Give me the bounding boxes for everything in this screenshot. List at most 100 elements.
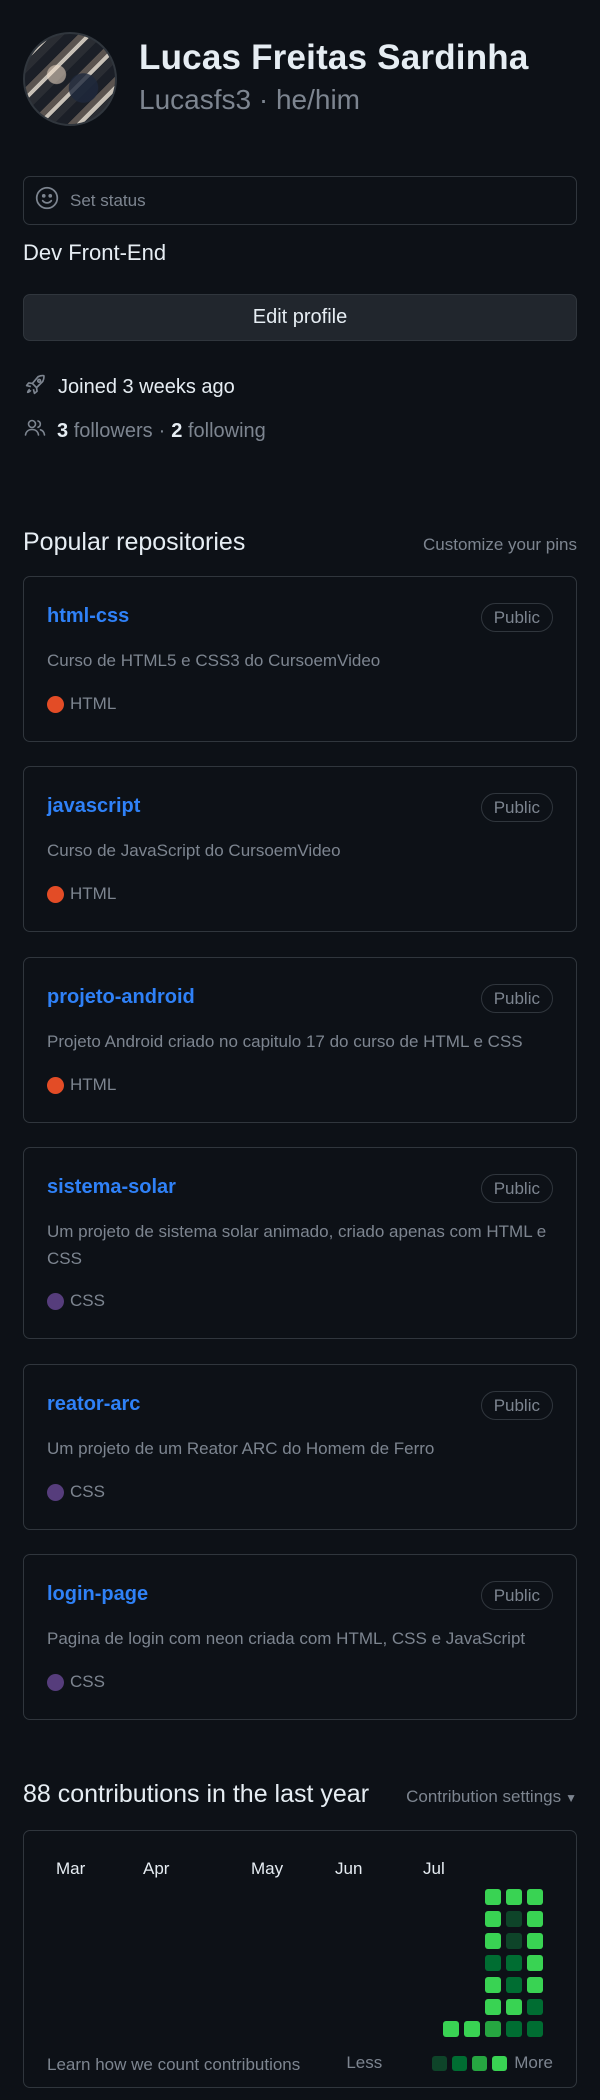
- edit-profile-button[interactable]: Edit profile: [23, 294, 577, 341]
- contribution-day-cell[interactable]: [527, 1999, 543, 2015]
- repo-name-link[interactable]: sistema-solar: [47, 1176, 176, 1199]
- contributions-header: 88 contributions in the last year Contri…: [23, 1780, 577, 1809]
- contribution-day-cell[interactable]: [464, 2021, 480, 2037]
- repo-language: HTML: [47, 884, 116, 904]
- contribution-graph: Mar Apr May Jun Jul Learn how we count c…: [23, 1830, 577, 2088]
- joined-text: Joined 3 weeks ago: [58, 376, 235, 398]
- legend-swatch: [492, 2055, 508, 2071]
- repo-card: projeto-android Public Projeto Android c…: [23, 957, 577, 1123]
- language-color-dot: [47, 1483, 64, 1501]
- set-status-label: Set status: [70, 190, 146, 210]
- language-color-dot: [47, 695, 64, 713]
- repo-name-link[interactable]: login-page: [47, 1583, 148, 1606]
- contribution-day-cell[interactable]: [485, 1933, 501, 1949]
- repo-card: login-page Public Pagina de login com ne…: [23, 1554, 577, 1720]
- popular-repos-title: Popular repositories: [23, 528, 246, 556]
- contribution-day-cell[interactable]: [485, 1999, 501, 2015]
- followers-count: 3: [57, 419, 69, 442]
- visibility-badge: Public: [480, 603, 553, 632]
- contribution-day-cell[interactable]: [527, 2021, 543, 2037]
- repo-language: CSS: [47, 1482, 105, 1502]
- rocket-icon: [23, 372, 48, 403]
- contribution-day-cell[interactable]: [506, 1955, 522, 1971]
- repo-card: reator-arc Public Um projeto de um Reato…: [23, 1364, 577, 1530]
- repo-name-link[interactable]: javascript: [47, 795, 140, 818]
- repo-description: Um projeto de sistema solar animado, cri…: [47, 1222, 547, 1268]
- repo-description: Curso de HTML5 e CSS3 do CursoemVideo: [47, 651, 381, 670]
- repo-language: CSS: [47, 1291, 105, 1311]
- contribution-day-cell[interactable]: [506, 1889, 522, 1905]
- language-color-dot: [47, 1292, 64, 1310]
- visibility-badge: Public: [480, 793, 553, 822]
- repo-language: CSS: [47, 1672, 105, 1692]
- language-name: HTML: [70, 884, 117, 903]
- follow-separator: ·: [158, 419, 166, 442]
- language-color-dot: [47, 885, 64, 903]
- contribution-legend: Less More: [346, 2053, 553, 2073]
- month-label: Jul: [423, 1859, 445, 1878]
- popular-repos-header: Popular repositories Customize your pins: [23, 528, 577, 557]
- contribution-day-cell[interactable]: [527, 1911, 543, 1927]
- visibility-badge: Public: [480, 1581, 553, 1610]
- month-label: May: [251, 1859, 284, 1878]
- follow-stats: 3 followers · 2 following: [23, 416, 266, 446]
- legend-swatch: [432, 2055, 448, 2071]
- repo-name-link[interactable]: html-css: [47, 605, 129, 628]
- contribution-day-cell[interactable]: [527, 1933, 543, 1949]
- visibility-badge: Public: [480, 984, 553, 1013]
- contribution-day-cell[interactable]: [485, 1977, 501, 1993]
- repo-description: Um projeto de um Reator ARC do Homem de …: [47, 1439, 435, 1458]
- language-color-dot: [47, 1076, 64, 1094]
- contribution-day-cell[interactable]: [485, 1911, 501, 1927]
- language-name: HTML: [70, 694, 117, 713]
- repo-name-link[interactable]: reator-arc: [47, 1393, 140, 1416]
- contribution-day-cell[interactable]: [506, 1933, 522, 1949]
- contribution-day-cell[interactable]: [506, 1999, 522, 2015]
- repo-card: html-css Public Curso de HTML5 e CSS3 do…: [23, 576, 577, 742]
- language-name: CSS: [70, 1291, 105, 1310]
- following-label: following: [187, 419, 266, 442]
- contribution-day-cell[interactable]: [485, 1889, 501, 1905]
- contribution-day-cell[interactable]: [527, 1955, 543, 1971]
- month-label: Apr: [143, 1859, 170, 1878]
- visibility-badge: Public: [480, 1174, 553, 1203]
- following-count: 2: [171, 419, 183, 442]
- repo-language: HTML: [47, 694, 116, 714]
- contribution-day-cell[interactable]: [506, 2021, 522, 2037]
- contribution-day-cell[interactable]: [527, 1977, 543, 1993]
- language-name: HTML: [70, 1075, 117, 1094]
- people-icon: [23, 416, 51, 446]
- legend-less: Less: [346, 2053, 383, 2072]
- contributions-title: 88 contributions in the last year: [23, 1780, 370, 1808]
- month-label: Jun: [335, 1859, 363, 1878]
- following-link[interactable]: 2 following: [171, 420, 266, 443]
- language-color-dot: [47, 1673, 64, 1691]
- contribution-day-cell[interactable]: [485, 2021, 501, 2037]
- contribution-day-cell[interactable]: [485, 1955, 501, 1971]
- legend-swatch: [472, 2055, 488, 2071]
- repo-language: HTML: [47, 1075, 116, 1095]
- avatar[interactable]: [23, 32, 117, 126]
- caret-down-icon: ▼: [565, 1791, 577, 1805]
- contribution-day-cell[interactable]: [443, 2021, 459, 2037]
- repo-description: Pagina de login com neon criada com HTML…: [47, 1629, 526, 1648]
- month-label: Mar: [56, 1859, 86, 1878]
- set-status-button[interactable]: Set status: [23, 176, 577, 225]
- repo-description: Curso de JavaScript do CursoemVideo: [47, 841, 341, 860]
- contribution-settings-dropdown[interactable]: Contribution settings ▼: [406, 1787, 577, 1807]
- repo-card: javascript Public Curso de JavaScript do…: [23, 766, 577, 932]
- contribution-day-cell[interactable]: [506, 1911, 522, 1927]
- customize-pins-link[interactable]: Customize your pins: [423, 535, 577, 555]
- followers-link[interactable]: 3 followers: [57, 420, 153, 443]
- repo-description: Projeto Android criado no capitulo 17 do…: [47, 1032, 523, 1051]
- contribution-settings-label: Contribution settings: [406, 1787, 562, 1806]
- language-name: CSS: [70, 1672, 105, 1691]
- profile-full-name: Lucas Freitas Sardinha: [139, 38, 529, 77]
- followers-label: followers: [73, 419, 153, 442]
- learn-contributions-link[interactable]: Learn how we count contributions: [47, 2055, 300, 2075]
- contribution-day-cell[interactable]: [506, 1977, 522, 1993]
- repo-name-link[interactable]: projeto-android: [47, 986, 195, 1009]
- profile-login: Lucasfs3 · he/him: [139, 84, 360, 115]
- contribution-day-cell[interactable]: [527, 1889, 543, 1905]
- legend-more: More: [514, 2053, 553, 2072]
